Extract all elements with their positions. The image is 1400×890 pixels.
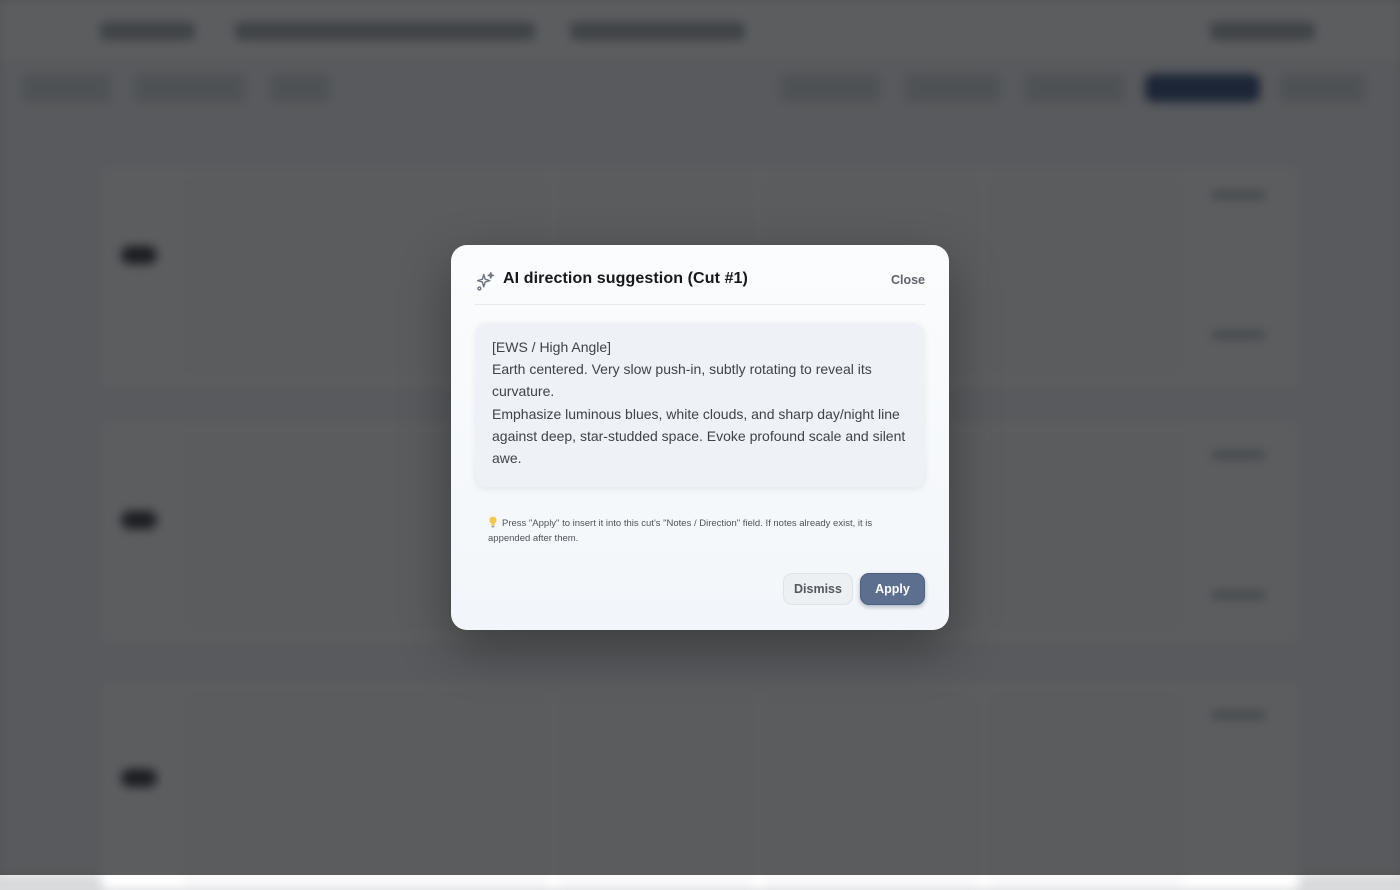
sparkles-icon	[476, 272, 495, 291]
suggestion-text-box: [EWS / High Angle] Earth centered. Very …	[476, 323, 924, 487]
dialog-title: AI direction suggestion (Cut #1)	[503, 270, 748, 287]
dialog-header: AI direction suggestion (Cut #1) Close	[475, 267, 925, 305]
ai-suggestion-dialog: AI direction suggestion (Cut #1) Close […	[451, 245, 949, 630]
hint-text: Press "Apply" to insert it into this cut…	[488, 518, 873, 544]
apply-button[interactable]: Apply	[860, 573, 925, 605]
suggestion-line: [EWS / High Angle]	[492, 339, 612, 355]
close-button[interactable]: Close	[891, 273, 925, 287]
suggestion-line: Earth centered. Very slow push-in, subtl…	[492, 361, 872, 400]
lightbulb-icon	[489, 516, 497, 528]
apply-hint: Press "Apply" to insert it into this cut…	[488, 516, 908, 546]
suggestion-line: Emphasize luminous blues, white clouds, …	[492, 405, 906, 467]
dismiss-button[interactable]: Dismiss	[783, 573, 853, 605]
